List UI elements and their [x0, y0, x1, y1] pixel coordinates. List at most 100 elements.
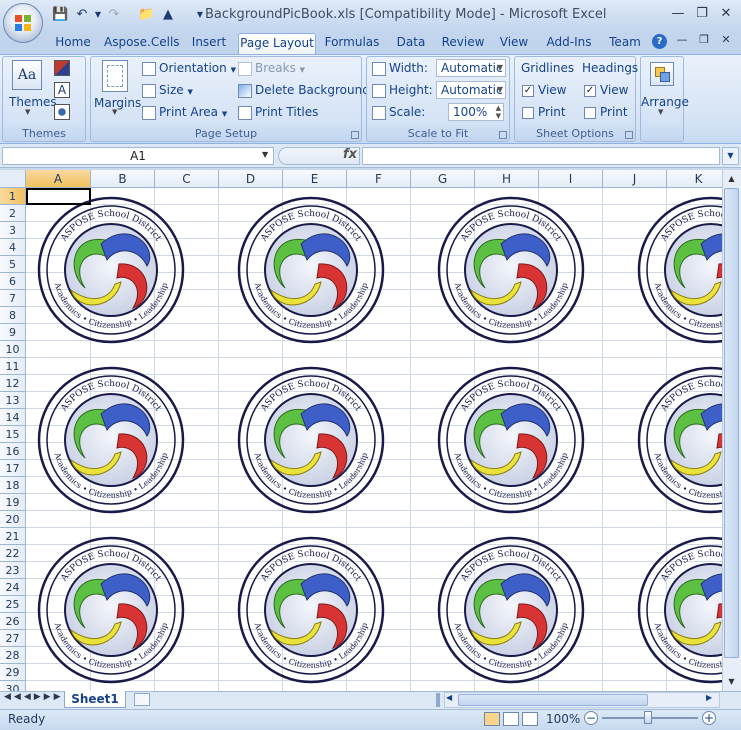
row-header-26[interactable]: 26: [0, 613, 26, 630]
tab-team[interactable]: Team: [606, 33, 644, 54]
undo-icon[interactable]: ↶: [74, 7, 90, 23]
office-button[interactable]: [3, 3, 43, 43]
height-dropdown[interactable]: Automatic ▼: [436, 81, 506, 99]
print-titles-button[interactable]: Print Titles: [238, 104, 318, 120]
row-header-22[interactable]: 22: [0, 545, 26, 562]
row-header-7[interactable]: 7: [0, 290, 26, 307]
row-header-23[interactable]: 23: [0, 562, 26, 579]
normal-view-icon[interactable]: [484, 712, 500, 726]
row-header-30[interactable]: 30: [0, 681, 26, 691]
select-all-corner[interactable]: [0, 170, 26, 188]
zoom-in-icon[interactable]: +: [702, 711, 716, 725]
row-header-13[interactable]: 13: [0, 392, 26, 409]
row-header-9[interactable]: 9: [0, 324, 26, 341]
orientation-button[interactable]: Orientation ▼: [142, 60, 236, 78]
insert-sheet-icon[interactable]: [134, 693, 150, 706]
margins-button[interactable]: Margins: [94, 95, 141, 111]
row-header-16[interactable]: 16: [0, 443, 26, 460]
row-header-11[interactable]: 11: [0, 358, 26, 375]
row-header-14[interactable]: 14: [0, 409, 26, 426]
gridlines-view-checkbox[interactable]: ✓ View: [522, 82, 566, 98]
workbook-minimize-icon[interactable]: —: [672, 31, 692, 49]
gridlines-print-checkbox[interactable]: Print: [522, 104, 566, 120]
tab-insert[interactable]: Insert: [188, 33, 230, 54]
column-header-b[interactable]: B: [91, 170, 155, 188]
page-setup-launcher-icon[interactable]: [351, 131, 359, 139]
row-header-12[interactable]: 12: [0, 375, 26, 392]
scale-spinner[interactable]: 100% ▲ ▼: [448, 103, 504, 121]
scroll-up-icon[interactable]: ▲: [724, 171, 739, 186]
row-header-24[interactable]: 24: [0, 579, 26, 596]
themes-icon[interactable]: Aa: [12, 60, 42, 90]
scroll-right-icon[interactable]: ▶: [706, 693, 712, 702]
sheet-options-launcher-icon[interactable]: [625, 131, 633, 139]
row-header-15[interactable]: 15: [0, 426, 26, 443]
column-header-k[interactable]: K: [667, 170, 722, 188]
tab-review[interactable]: Review: [440, 33, 486, 54]
theme-fonts-icon[interactable]: A: [54, 82, 70, 98]
row-header-28[interactable]: 28: [0, 647, 26, 664]
sheet-tab-sheet1[interactable]: Sheet1: [64, 691, 126, 708]
horizontal-scroll-thumb[interactable]: [458, 694, 648, 706]
undo-dropdown-icon[interactable]: ▼: [90, 7, 106, 23]
column-header-c[interactable]: C: [155, 170, 219, 188]
scale-spinner-arrows-icon[interactable]: ▲ ▼: [496, 104, 501, 120]
row-header-25[interactable]: 25: [0, 596, 26, 613]
row-header-4[interactable]: 4: [0, 239, 26, 256]
minimize-icon[interactable]: —: [668, 5, 688, 23]
tab-view[interactable]: View: [496, 33, 532, 54]
row-header-21[interactable]: 21: [0, 528, 26, 545]
column-header-i[interactable]: I: [539, 170, 603, 188]
row-header-1[interactable]: 1: [0, 188, 26, 205]
worksheet-grid[interactable]: ASPOSE School District Academics • Citize…: [0, 170, 722, 691]
tab-split-handle[interactable]: [436, 693, 440, 707]
row-header-29[interactable]: 29: [0, 664, 26, 681]
open-folder-icon[interactable]: 📁: [138, 7, 154, 23]
row-header-19[interactable]: 19: [0, 494, 26, 511]
row-header-6[interactable]: 6: [0, 273, 26, 290]
name-box[interactable]: A1: [2, 147, 274, 165]
size-button[interactable]: Size ▼: [142, 82, 193, 100]
tab-aspose-cells[interactable]: Aspose.Cells: [104, 33, 180, 54]
column-header-a[interactable]: A: [26, 170, 91, 188]
headings-print-checkbox[interactable]: Print: [584, 104, 628, 120]
column-header-f[interactable]: F: [347, 170, 411, 188]
row-header-18[interactable]: 18: [0, 477, 26, 494]
print-area-button[interactable]: Print Area ▼: [142, 104, 227, 122]
insert-function-icon[interactable]: fx: [343, 147, 357, 162]
column-header-g[interactable]: G: [411, 170, 475, 188]
tab-formulas[interactable]: Formulas: [324, 33, 380, 54]
save-icon[interactable]: 💾: [52, 7, 68, 23]
restore-icon[interactable]: ❐: [692, 5, 712, 23]
help-icon[interactable]: ?: [652, 34, 667, 49]
sheet-navigation-icons[interactable]: ◀◀◀▶▶▶: [4, 692, 64, 702]
expand-formula-bar-icon[interactable]: ▼: [722, 147, 739, 165]
column-header-e[interactable]: E: [283, 170, 347, 188]
formula-input[interactable]: [362, 147, 720, 165]
name-box-dropdown-icon[interactable]: ▼: [262, 150, 268, 159]
zoom-slider-thumb[interactable]: [644, 711, 652, 724]
tab-add-ins[interactable]: Add-Ins: [544, 33, 594, 54]
arrange-button[interactable]: Arrange: [641, 94, 689, 110]
breaks-button[interactable]: Breaks ▼: [238, 60, 305, 78]
row-header-3[interactable]: 3: [0, 222, 26, 239]
tab-home[interactable]: Home: [52, 33, 94, 54]
themes-button[interactable]: Themes: [9, 94, 57, 110]
scroll-down-icon[interactable]: ▼: [724, 674, 739, 689]
row-header-20[interactable]: 20: [0, 511, 26, 528]
zoom-out-icon[interactable]: −: [584, 711, 598, 725]
zoom-level[interactable]: 100%: [546, 712, 580, 726]
row-header-17[interactable]: 17: [0, 460, 26, 477]
vertical-scroll-thumb[interactable]: [724, 188, 739, 658]
row-header-27[interactable]: 27: [0, 630, 26, 647]
headings-view-checkbox[interactable]: ✓ View: [584, 82, 628, 98]
page-layout-view-icon[interactable]: [503, 712, 519, 726]
column-header-j[interactable]: J: [603, 170, 667, 188]
send-icon[interactable]: ▲: [160, 7, 176, 23]
scale-to-fit-launcher-icon[interactable]: [499, 131, 507, 139]
column-header-d[interactable]: D: [219, 170, 283, 188]
page-break-preview-icon[interactable]: [522, 712, 538, 726]
theme-effects-icon[interactable]: [54, 104, 70, 120]
row-header-8[interactable]: 8: [0, 307, 26, 324]
scroll-left-icon[interactable]: ◀: [446, 693, 452, 702]
